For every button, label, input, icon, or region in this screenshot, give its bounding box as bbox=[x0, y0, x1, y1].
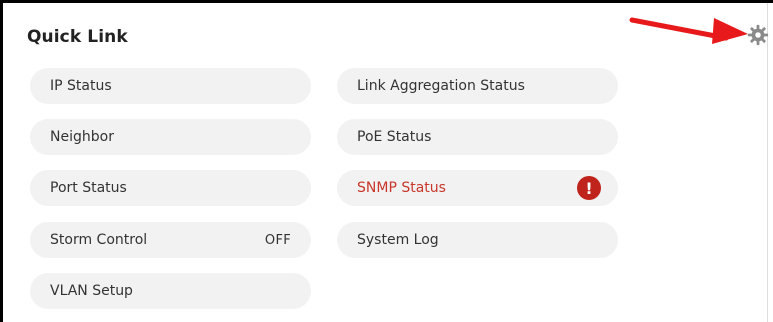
snmp-status-link[interactable]: SNMP Status ! bbox=[337, 170, 618, 206]
storm-control-state: OFF bbox=[264, 232, 291, 248]
neighbor-link[interactable]: Neighbor bbox=[30, 119, 311, 155]
ip-status-label: IP Status bbox=[50, 78, 112, 94]
system-log-label: System Log bbox=[357, 232, 439, 248]
gear-icon[interactable] bbox=[747, 24, 769, 46]
snmp-status-label: SNMP Status bbox=[357, 180, 446, 196]
vlan-setup-link[interactable]: VLAN Setup bbox=[30, 273, 311, 309]
storm-control-label: Storm Control bbox=[50, 232, 148, 248]
link-aggregation-status-label: Link Aggregation Status bbox=[357, 78, 525, 94]
poe-status-link[interactable]: PoE Status bbox=[337, 119, 618, 155]
poe-status-label: PoE Status bbox=[357, 129, 432, 145]
red-arrow-annotation bbox=[629, 17, 748, 44]
storm-control-link[interactable]: Storm Control OFF bbox=[30, 222, 311, 258]
system-log-link[interactable]: System Log bbox=[337, 222, 618, 258]
quick-link-panel: Quick Link IP Status Neighbor Port Statu… bbox=[0, 0, 773, 322]
port-status-link[interactable]: Port Status bbox=[30, 170, 311, 206]
vlan-setup-label: VLAN Setup bbox=[50, 283, 133, 299]
neighbor-label: Neighbor bbox=[50, 129, 114, 145]
ip-status-link[interactable]: IP Status bbox=[30, 68, 311, 104]
alert-icon: ! bbox=[577, 176, 601, 200]
link-aggregation-status-link[interactable]: Link Aggregation Status bbox=[337, 68, 618, 104]
port-status-label: Port Status bbox=[50, 180, 127, 196]
panel-title: Quick Link bbox=[27, 27, 128, 47]
